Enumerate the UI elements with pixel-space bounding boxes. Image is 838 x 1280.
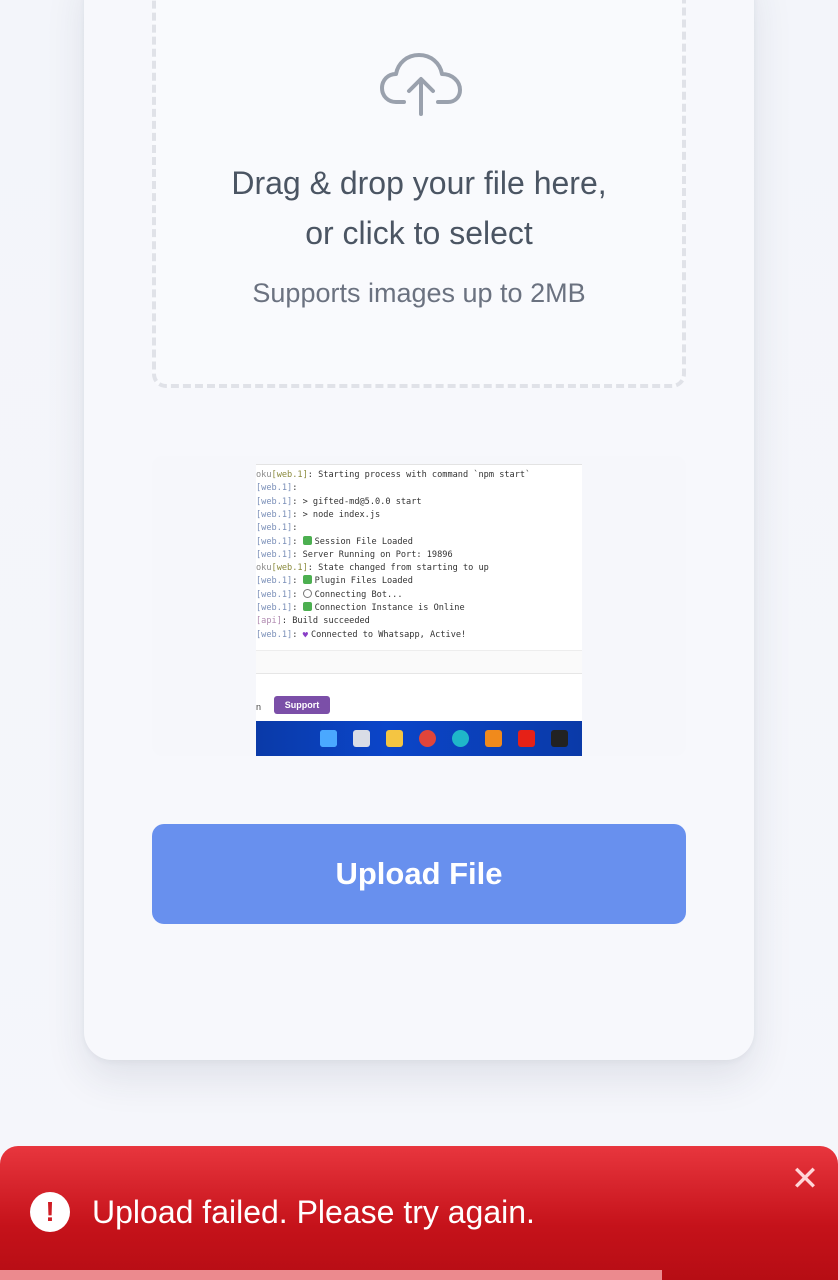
- preview-terminal: oku[web.1]: Starting process with comman…: [256, 464, 582, 651]
- terminal-line-text: :: [292, 576, 303, 587]
- page: Drag & drop your file here, or click to …: [0, 0, 838, 1280]
- terminal-line-message: Session File Loaded: [314, 536, 413, 547]
- terminal-line-prefix: oku: [256, 563, 272, 574]
- terminal-line-text: :: [292, 589, 303, 600]
- terminal-line: oku[web.1]: State changed from starting …: [256, 562, 489, 575]
- preview-edge-text: n: [256, 702, 262, 712]
- terminal-line-text: :: [307, 563, 319, 574]
- terminal-line-text: :: [292, 603, 303, 613]
- refresh-icon: [302, 588, 312, 598]
- terminal-line-message: State changed from starting to up: [318, 563, 489, 574]
- chrome-icon: [419, 730, 436, 747]
- image-preview: oku[web.1]: Starting process with comman…: [256, 464, 582, 756]
- terminal-line: [web.1]:: [256, 482, 297, 495]
- terminal-line-text: :: [292, 509, 303, 520]
- error-toast: ! Upload failed. Please try again. ✕: [0, 1146, 838, 1280]
- terminal-line-text: :: [307, 470, 319, 480]
- dropzone-title-line2: or click to select: [305, 215, 533, 251]
- terminal-line-process: [web.1]: [256, 483, 293, 494]
- terminal-line-process: [api]: [256, 616, 282, 627]
- terminal-line-process: [web.1]: [256, 536, 293, 547]
- image-preview-container: oku[web.1]: Starting process with comman…: [152, 456, 686, 756]
- terminal-line-message: Starting process with command `npm start…: [318, 470, 531, 480]
- terminal-line: [web.1]: Server Running on Port: 19896: [256, 549, 453, 562]
- edge-icon: [452, 730, 469, 747]
- vlc-icon: [485, 730, 502, 747]
- youtube-icon: [518, 730, 535, 747]
- terminal-line-process: [web.1]: [256, 603, 293, 613]
- terminal-line: [web.1]: Connection Instance is Online: [256, 602, 465, 615]
- toast-message: Upload failed. Please try again.: [92, 1194, 535, 1230]
- terminal-line-process: [web.1]: [271, 470, 308, 480]
- terminal-line-text: :: [292, 523, 298, 534]
- terminal-line-message: Server Running on Port: 19896: [302, 549, 453, 560]
- terminal-line-process: [web.1]: [256, 549, 293, 560]
- close-icon[interactable]: ✕: [790, 1162, 820, 1196]
- terminal-line-message: Connected to Whatsapp, Active!: [311, 629, 467, 640]
- app-icon: [551, 730, 568, 747]
- terminal-line-text: :: [292, 536, 303, 547]
- preview-divider: [256, 650, 582, 674]
- toast-progress-bar: [0, 1270, 663, 1280]
- upload-card: Drag & drop your file here, or click to …: [84, 0, 754, 1060]
- check-icon: [302, 602, 312, 611]
- terminal-line-message: > gifted-md@5.0.0 start: [302, 496, 422, 507]
- terminal-line-prefix: oku: [256, 470, 272, 480]
- check-icon: [302, 535, 312, 545]
- preview-taskbar: [256, 721, 582, 756]
- terminal-line: [web.1]: > gifted-md@5.0.0 start: [256, 496, 422, 509]
- terminal-line: [api]: Build succeeded: [256, 615, 370, 628]
- terminal-line-text: :: [281, 616, 293, 627]
- terminal-line-message: Connection Instance is Online: [314, 603, 465, 613]
- terminal-line: [web.1]: > node index.js: [256, 509, 380, 522]
- terminal-line: [web.1]:: [256, 522, 297, 535]
- heart-icon: ♥: [302, 630, 308, 641]
- terminal-line-message: Plugin Files Loaded: [314, 576, 413, 587]
- file-dropzone[interactable]: Drag & drop your file here, or click to …: [152, 0, 686, 388]
- terminal-line: oku[web.1]: Starting process with comman…: [256, 469, 530, 482]
- terminal-line-message: > node index.js: [302, 509, 381, 520]
- preview-support-button: Support: [274, 696, 330, 714]
- dropzone-subtitle: Supports images up to 2MB: [252, 278, 586, 308]
- file-explorer-icon: [386, 730, 403, 747]
- terminal-line: [web.1]: Connecting Bot...: [256, 588, 403, 602]
- dropzone-title-line1: Drag & drop your file here,: [231, 165, 607, 201]
- task-view-icon: [353, 730, 370, 747]
- terminal-line-process: [web.1]: [256, 523, 293, 534]
- terminal-line-process: [web.1]: [256, 589, 293, 600]
- terminal-line-process: [web.1]: [256, 576, 293, 587]
- terminal-line-message: Connecting Bot...: [314, 589, 403, 600]
- terminal-line-text: :: [292, 483, 298, 494]
- terminal-line-process: [web.1]: [256, 496, 293, 507]
- terminal-line-process: [web.1]: [256, 509, 293, 520]
- terminal-line-text: :: [292, 496, 303, 507]
- terminal-line: [web.1]: Plugin Files Loaded: [256, 575, 413, 588]
- check-icon: [302, 575, 312, 585]
- terminal-line-text: :: [292, 549, 303, 560]
- dropzone-title: Drag & drop your file here, or click to …: [156, 158, 682, 258]
- cloud-upload-icon: [380, 53, 462, 116]
- terminal-line-message: Build succeeded: [292, 616, 370, 627]
- windows-start-icon: [320, 730, 337, 747]
- terminal-line-text: :: [292, 629, 303, 640]
- terminal-line-process: [web.1]: [271, 563, 308, 574]
- alert-circle-icon: !: [30, 1192, 70, 1232]
- terminal-line: [web.1]: ♥ Connected to Whatsapp, Active!: [256, 629, 466, 642]
- terminal-line: [web.1]: Session File Loaded: [256, 535, 413, 549]
- preview-toolbar: n Support: [256, 692, 582, 724]
- upload-file-button[interactable]: Upload File: [152, 824, 686, 924]
- terminal-line-process: [web.1]: [256, 629, 293, 640]
